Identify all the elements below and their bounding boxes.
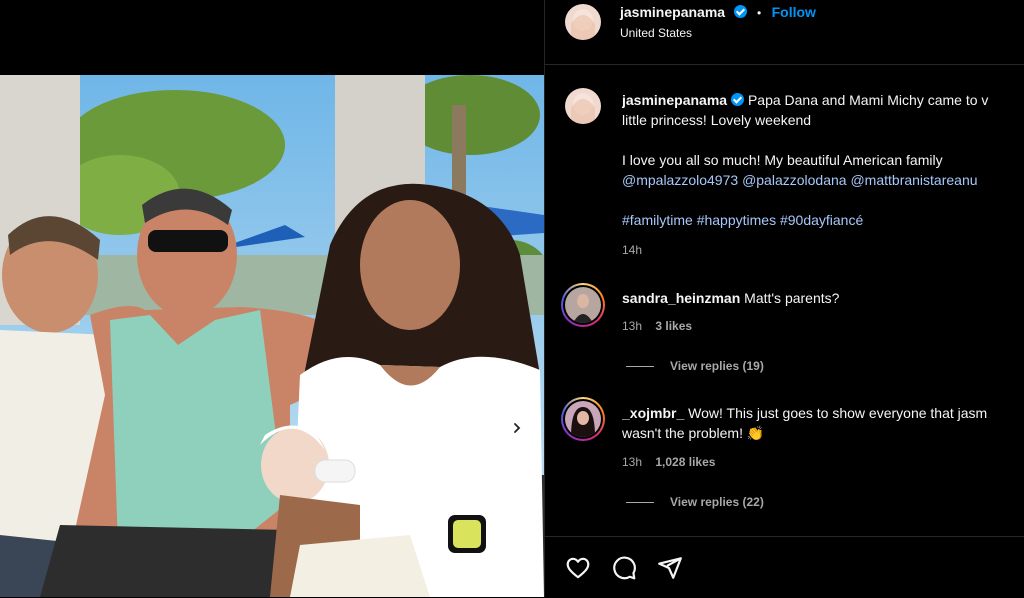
comment-username[interactable]: _xojmbr_ bbox=[622, 405, 684, 421]
author-avatar[interactable] bbox=[565, 4, 601, 40]
comment-time[interactable]: 13h bbox=[622, 455, 642, 469]
mention-link[interactable]: @palazzolodana bbox=[742, 172, 847, 188]
family-photo bbox=[0, 75, 544, 597]
post-header: jasminepanama • Follow United States bbox=[545, 0, 1024, 65]
view-replies-label: View replies (22) bbox=[670, 495, 764, 509]
avatar-image bbox=[565, 4, 601, 40]
hashtag-link[interactable]: #happytimes bbox=[697, 212, 776, 228]
caption-text-3: I love you all so much! My beautiful Ame… bbox=[622, 152, 943, 168]
comment-2: _xojmbr_ Wow! This just goes to show eve… bbox=[622, 403, 1024, 443]
comment-text-line-1: Wow! This just goes to show everyone tha… bbox=[688, 405, 988, 421]
view-replies-button[interactable]: View replies (22) bbox=[626, 495, 764, 509]
caption-text-2: little princess! Lovely weekend bbox=[622, 112, 812, 128]
verified-badge-icon bbox=[731, 93, 745, 106]
separator-dot: • bbox=[756, 6, 762, 20]
post-location[interactable]: United States bbox=[620, 26, 692, 40]
send-icon[interactable] bbox=[657, 555, 683, 581]
comment-1-meta: 13h 3 likes bbox=[622, 319, 692, 333]
replies-divider bbox=[626, 501, 654, 503]
comment-likes[interactable]: 1,028 likes bbox=[655, 455, 715, 469]
mention-link[interactable]: @mattbranistareanu bbox=[850, 172, 977, 188]
verified-badge-icon bbox=[733, 5, 747, 18]
post-side-panel: jasminepanama • Follow United States jas… bbox=[544, 0, 1024, 597]
comment-text-line-2: wasn't the problem! bbox=[622, 425, 743, 441]
comment-icon[interactable] bbox=[611, 555, 637, 581]
chevron-right-icon bbox=[514, 423, 521, 433]
hashtag-link[interactable]: #90dayfiancé bbox=[780, 212, 863, 228]
commenter-avatar[interactable] bbox=[561, 397, 605, 441]
view-replies-button[interactable]: View replies (19) bbox=[626, 359, 764, 373]
replies-divider bbox=[626, 365, 654, 367]
caption: jasminepanama Papa Dana and Mami Michy c… bbox=[622, 90, 1024, 230]
avatar-image bbox=[565, 287, 601, 323]
caption-username[interactable]: jasminepanama bbox=[622, 92, 727, 108]
post-photo[interactable] bbox=[0, 75, 544, 597]
follow-button[interactable]: Follow bbox=[772, 4, 816, 20]
header-name-row: jasminepanama • Follow bbox=[620, 4, 816, 22]
comment-username[interactable]: sandra_heinzman bbox=[622, 290, 740, 306]
caption-author-avatar[interactable] bbox=[565, 88, 601, 124]
post-media bbox=[0, 0, 544, 597]
caption-line-1: jasminepanama Papa Dana and Mami Michy c… bbox=[622, 90, 1024, 110]
author-username[interactable]: jasminepanama bbox=[620, 4, 725, 20]
clapping-hands-emoji: 👏 bbox=[746, 425, 765, 441]
caption-hashtags: #familytime #happytimes #90dayfiancé bbox=[622, 210, 1024, 230]
mention-link[interactable]: @mpalazzolo4973 bbox=[622, 172, 738, 188]
caption-text-1: Papa Dana and Mami Michy came to v bbox=[747, 92, 989, 108]
commenter-avatar[interactable] bbox=[561, 283, 605, 327]
caption-timestamp[interactable]: 14h bbox=[622, 243, 642, 257]
comment-2-meta: 13h 1,028 likes bbox=[622, 455, 715, 469]
hashtag-link[interactable]: #familytime bbox=[622, 212, 693, 228]
avatar-image bbox=[565, 401, 601, 437]
heart-icon[interactable] bbox=[565, 555, 591, 581]
caption-mentions: @mpalazzolo4973 @palazzolodana @mattbran… bbox=[622, 170, 1024, 190]
view-replies-label: View replies (19) bbox=[670, 359, 764, 373]
carousel-next-button[interactable] bbox=[503, 414, 531, 442]
comment-1: sandra_heinzman Matt's parents? bbox=[622, 288, 839, 308]
comment-time[interactable]: 13h bbox=[622, 319, 642, 333]
comment-text: Matt's parents? bbox=[744, 290, 840, 306]
comment-likes[interactable]: 3 likes bbox=[655, 319, 692, 333]
post-actions-bar bbox=[545, 536, 1024, 598]
avatar-image bbox=[565, 88, 601, 124]
